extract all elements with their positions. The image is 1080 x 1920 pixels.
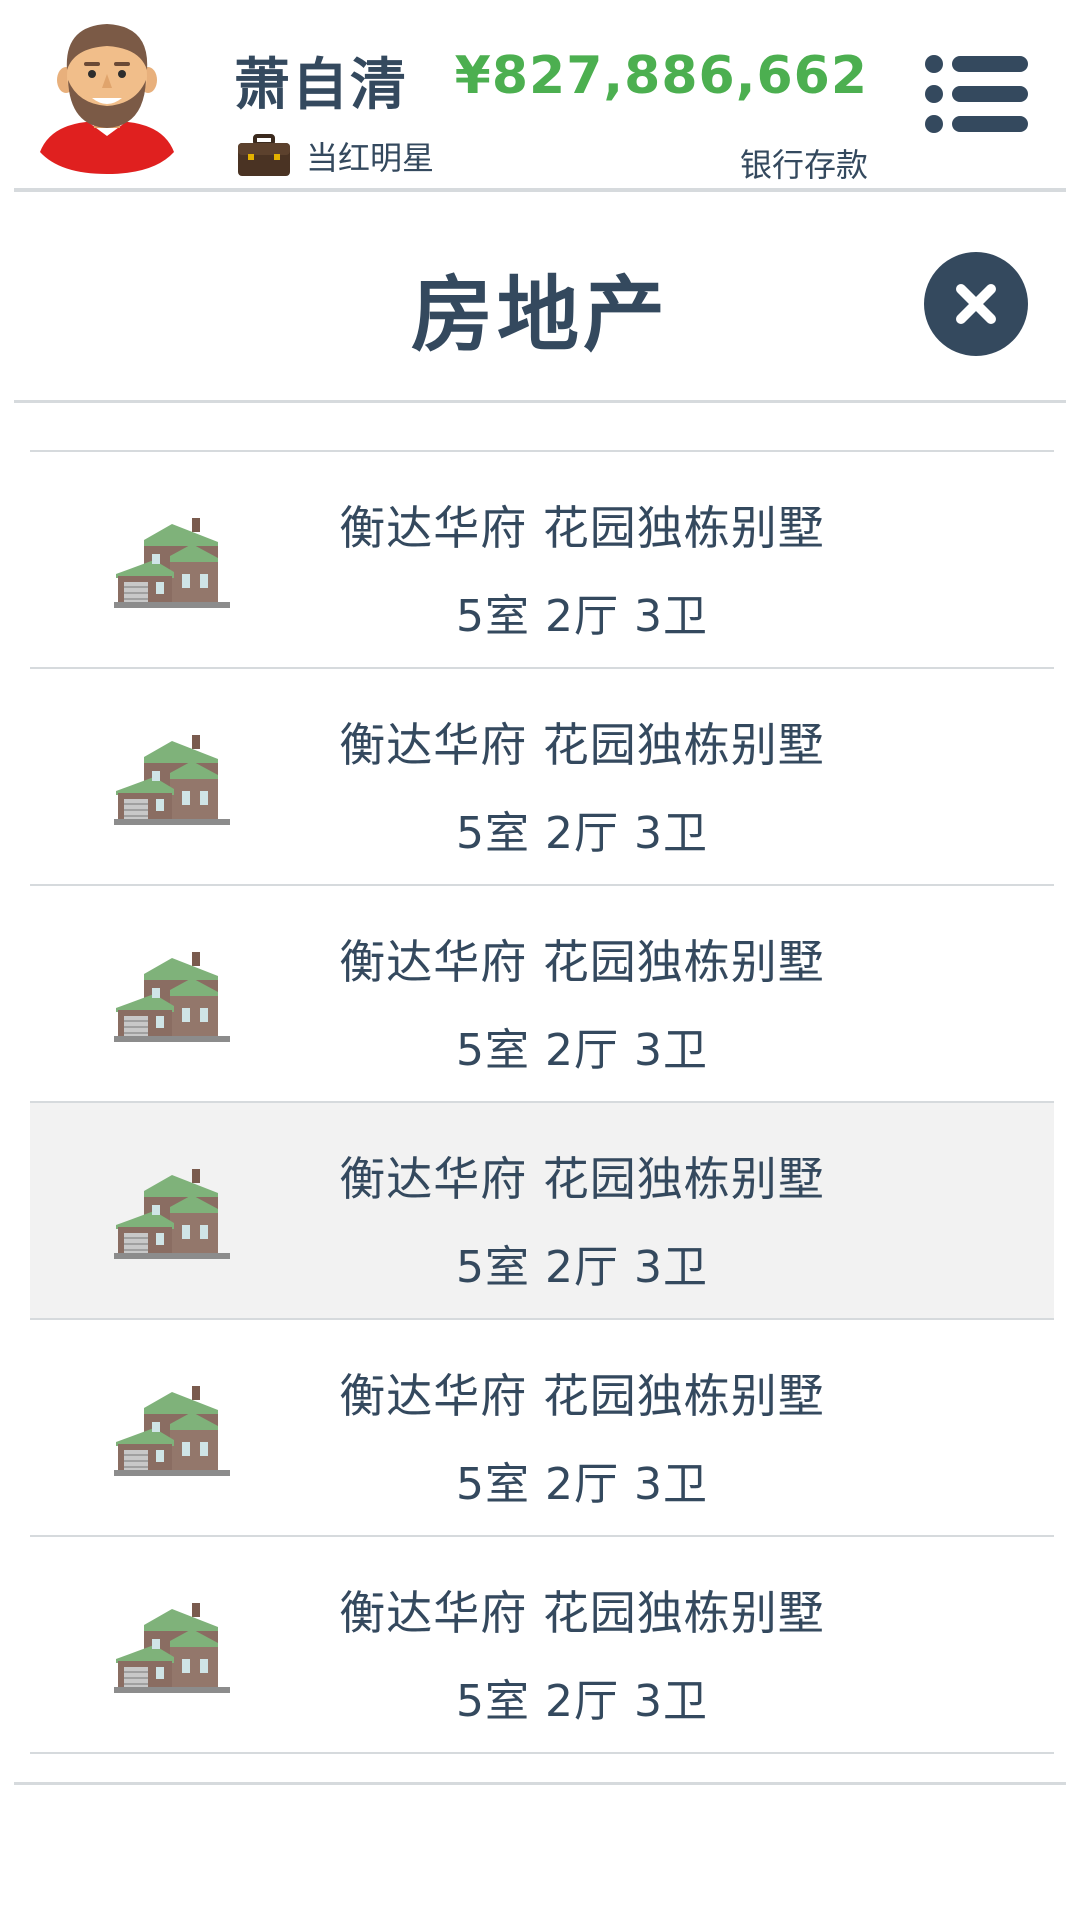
bank-balance: ¥827,886,662	[454, 46, 868, 106]
app-root: 萧自清 当红明星 ¥827,886,662 银行存款 房地产 衡达华府 花园独栋…	[0, 0, 1080, 1920]
property-title: 衡达华府 花园独栋别墅	[339, 501, 825, 555]
property-list: 衡达华府 花园独栋别墅 5室 2厅 3卫 衡达华府 花园独栋别墅 5室 2厅 3卫	[30, 450, 1054, 1754]
title-divider	[14, 400, 1066, 403]
bearded-man-avatar-icon[interactable]	[36, 14, 178, 176]
property-title: 衡达华府 花园独栋别墅	[339, 1152, 825, 1206]
property-list-item[interactable]: 衡达华府 花园独栋别墅 5室 2厅 3卫	[30, 1103, 1054, 1320]
list-bottom-divider	[14, 1782, 1066, 1785]
close-button[interactable]	[924, 252, 1028, 356]
property-rooms: 5室 2厅 3卫	[456, 808, 708, 859]
player-header: 萧自清 当红明星 ¥827,886,662 银行存款	[0, 0, 1080, 190]
player-name: 萧自清	[234, 53, 408, 118]
property-list-item[interactable]: 衡达华府 花园独栋别墅 5室 2厅 3卫	[30, 669, 1054, 886]
property-list-item[interactable]: 衡达华府 花园独栋别墅 5室 2厅 3卫	[30, 886, 1054, 1103]
property-title: 衡达华府 花园独栋别墅	[339, 1586, 825, 1640]
close-icon	[956, 284, 996, 324]
property-rooms: 5室 2厅 3卫	[456, 591, 708, 642]
property-list-item[interactable]: 衡达华府 花园独栋别墅 5室 2厅 3卫	[30, 452, 1054, 669]
property-rooms: 5室 2厅 3卫	[456, 1676, 708, 1727]
property-title: 衡达华府 花园独栋别墅	[339, 935, 825, 989]
property-rooms: 5室 2厅 3卫	[456, 1025, 708, 1076]
property-rooms: 5室 2厅 3卫	[456, 1459, 708, 1510]
briefcase-icon	[238, 134, 290, 176]
property-title: 衡达华府 花园独栋别墅	[339, 1369, 825, 1423]
job-row: 当红明星	[236, 132, 434, 180]
page-title: 房地产	[410, 268, 669, 363]
property-title: 衡达华府 花园独栋别墅	[339, 718, 825, 772]
property-rooms: 5室 2厅 3卫	[456, 1242, 708, 1293]
property-list-item[interactable]: 衡达华府 花园独栋别墅 5室 2厅 3卫	[30, 1320, 1054, 1537]
property-list-item[interactable]: 衡达华府 花园独栋别墅 5室 2厅 3卫	[30, 1537, 1054, 1754]
header-divider	[14, 188, 1066, 192]
bank-balance-label: 银行存款	[739, 146, 868, 184]
job-title: 当红明星	[306, 139, 435, 177]
list-menu-icon[interactable]	[924, 54, 1030, 134]
